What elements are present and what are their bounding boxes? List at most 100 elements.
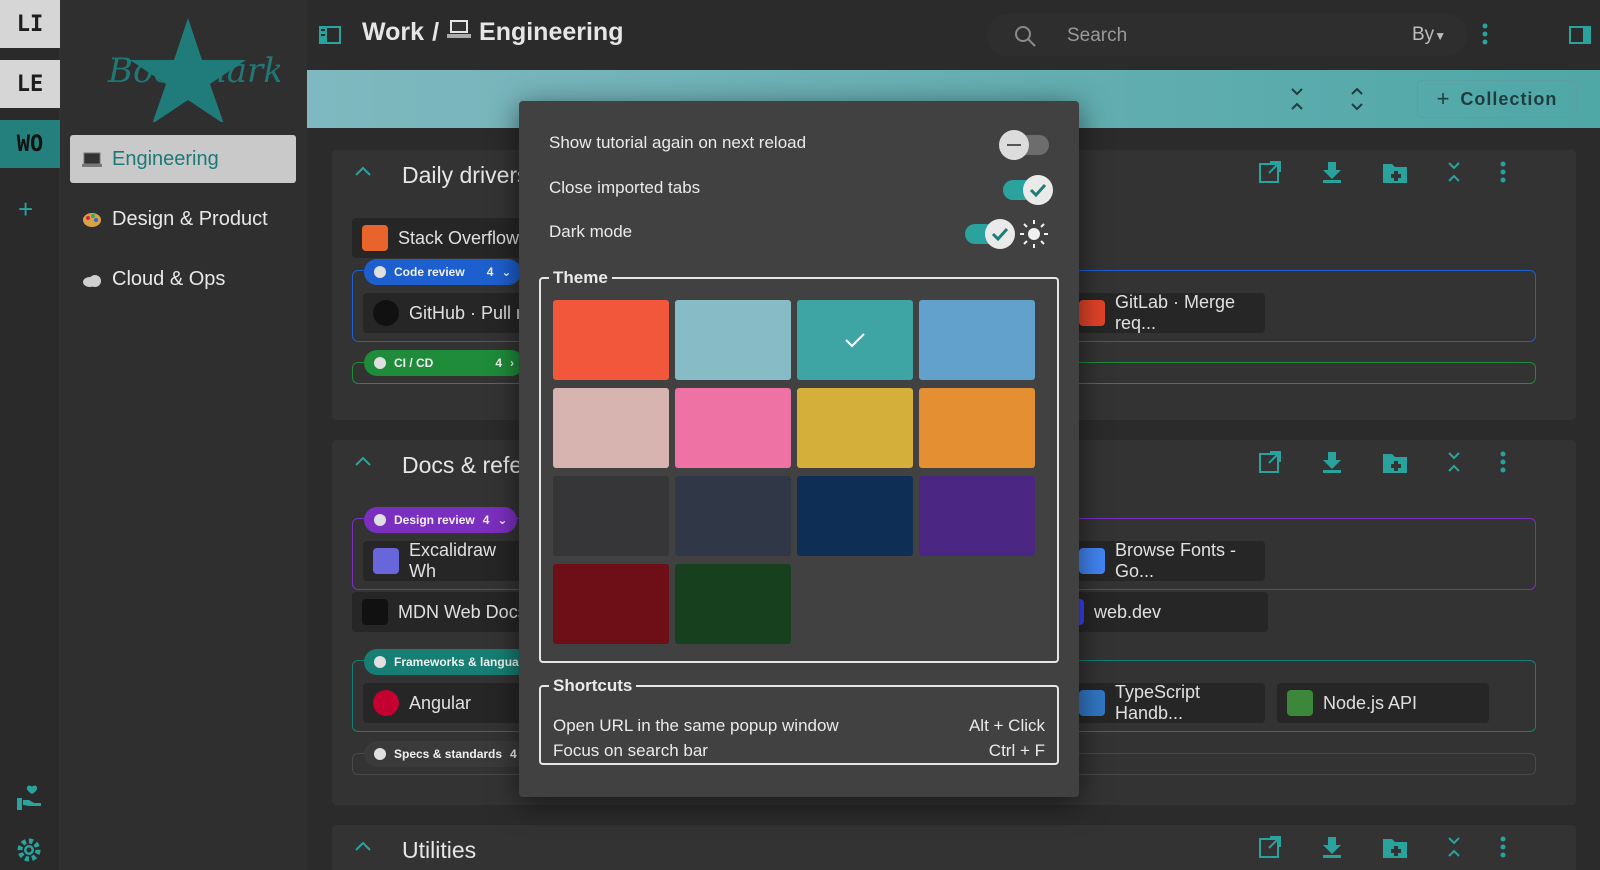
add-folder-icon[interactable] xyxy=(1382,450,1408,479)
toggle-panel-icon[interactable] xyxy=(1569,26,1591,49)
group-dot xyxy=(374,656,386,668)
theme-swatch[interactable] xyxy=(553,300,669,380)
typescript-icon xyxy=(1079,690,1105,716)
search-box[interactable]: Search xyxy=(987,14,1467,56)
open-in-new-icon[interactable] xyxy=(1258,160,1282,189)
download-icon[interactable] xyxy=(1320,160,1344,189)
group-name: CI / CD xyxy=(394,356,434,370)
theme-swatch[interactable] xyxy=(797,476,913,556)
tab-card[interactable]: Angular xyxy=(363,683,528,723)
settings-dialog: Show tutorial again on next reload Close… xyxy=(519,101,1079,797)
add-collection-button[interactable]: + Collection xyxy=(1417,80,1577,118)
chevron-down-icon: ⌄ xyxy=(497,513,508,527)
tab-card[interactable]: Node.js API xyxy=(1277,683,1489,723)
collection-title[interactable]: Daily drivers xyxy=(402,162,529,189)
stack-overflow-icon xyxy=(362,225,388,251)
tab-card[interactable]: GitLab · Merge req... xyxy=(1069,292,1265,333)
more-vert-icon[interactable] xyxy=(1482,22,1488,51)
more-vert-icon[interactable] xyxy=(1500,835,1506,864)
theme-swatch[interactable] xyxy=(919,388,1035,468)
tab-card[interactable]: GitHub · Pull r xyxy=(363,293,528,333)
tab-card[interactable]: Browse Fonts - Go... xyxy=(1069,540,1265,581)
close-imported-tabs-label: Close imported tabs xyxy=(549,178,701,197)
more-vert-icon[interactable] xyxy=(1500,450,1506,479)
tab-group-chip[interactable]: Specs & standards 4 xyxy=(364,741,527,767)
tab-title: Browse Fonts - Go... xyxy=(1115,540,1237,581)
tab-title: web.dev xyxy=(1094,601,1162,622)
collection-title[interactable]: Docs & refe xyxy=(402,452,522,479)
download-icon[interactable] xyxy=(1320,450,1344,479)
theme-fieldset: Theme xyxy=(539,268,1059,663)
angular-icon xyxy=(373,690,399,716)
tab-title: TypeScript Handb... xyxy=(1115,682,1201,723)
close-imported-tabs-toggle[interactable] xyxy=(1003,175,1053,205)
search-input[interactable]: Search xyxy=(1067,25,1127,47)
add-workspace-icon[interactable]: + xyxy=(18,194,33,225)
open-in-new-icon[interactable] xyxy=(1258,450,1282,479)
caret-down-icon: ▼ xyxy=(1434,29,1447,43)
breadcrumb-parent[interactable]: Work xyxy=(362,18,424,47)
theme-swatch[interactable] xyxy=(553,564,669,644)
tab-group-chip[interactable]: Frameworks & langua xyxy=(364,649,529,675)
settings-gear-icon[interactable] xyxy=(15,836,43,869)
workspace-tab-wo[interactable]: WO xyxy=(0,120,60,168)
show-tutorial-toggle[interactable] xyxy=(999,130,1049,160)
tab-card[interactable]: Excalidraw Wh xyxy=(363,540,528,581)
chevron-up-icon[interactable] xyxy=(354,839,372,857)
chevron-up-icon[interactable] xyxy=(354,454,372,472)
theme-swatch[interactable] xyxy=(675,388,791,468)
add-folder-icon[interactable] xyxy=(1382,835,1408,864)
collapse-icon[interactable] xyxy=(1446,835,1462,864)
tab-group-chip[interactable]: Design review 4 ⌄ xyxy=(364,507,518,533)
sidebar-item-design-product[interactable]: Design & Product xyxy=(70,195,296,243)
plus-icon: + xyxy=(1436,86,1451,111)
download-icon[interactable] xyxy=(1320,835,1344,864)
dark-mode-toggle[interactable] xyxy=(965,219,1015,249)
theme-swatch[interactable] xyxy=(675,300,791,380)
tab-group-chip[interactable]: Code review 4 ⌄ xyxy=(364,259,522,285)
laptop-icon xyxy=(447,18,472,47)
workspace-tab-li[interactable]: LI xyxy=(0,0,60,48)
theme-swatch[interactable] xyxy=(675,476,791,556)
theme-swatch[interactable] xyxy=(919,300,1035,380)
add-folder-icon[interactable] xyxy=(1382,160,1408,189)
sidebar-item-engineering[interactable]: Engineering xyxy=(70,135,296,183)
sort-by-dropdown[interactable]: By▼ xyxy=(1412,24,1446,46)
donate-hand-heart-icon[interactable] xyxy=(15,784,45,817)
tab-group-chip[interactable]: CI / CD 4 › xyxy=(364,350,525,376)
theme-swatch[interactable] xyxy=(797,388,913,468)
theme-swatch[interactable] xyxy=(553,388,669,468)
sort-by-label: By xyxy=(1412,24,1435,45)
tab-title: Node.js API xyxy=(1323,692,1418,713)
sidebar-item-label: Engineering xyxy=(112,147,219,170)
chevron-up-icon[interactable] xyxy=(354,164,372,182)
workspace-tab-le[interactable]: LE xyxy=(0,60,60,108)
open-in-new-icon[interactable] xyxy=(1258,835,1282,864)
tab-card[interactable]: Stack Overflow xyxy=(352,218,527,258)
theme-swatch[interactable] xyxy=(553,476,669,556)
google-fonts-icon xyxy=(1079,548,1105,574)
group-count: 4 xyxy=(495,356,503,370)
collection-title[interactable]: Utilities xyxy=(402,837,476,864)
check-icon xyxy=(845,333,865,348)
tab-card[interactable]: web.dev xyxy=(1048,592,1268,632)
sidebar: Bookmarks Engineering Design & Product C… xyxy=(60,0,307,870)
sidebar-item-cloud-ops[interactable]: Cloud & Ops xyxy=(70,255,296,303)
theme-swatch[interactable] xyxy=(797,300,913,380)
collapse-icon[interactable] xyxy=(1446,160,1462,189)
more-vert-icon[interactable] xyxy=(1500,160,1506,189)
collapse-all-icon[interactable] xyxy=(1289,86,1305,117)
tab-title: Stack Overflow xyxy=(398,227,520,248)
workspace-rail: LI LE WO + xyxy=(0,0,60,870)
app-logo: Bookmarks xyxy=(100,12,301,124)
collapse-icon[interactable] xyxy=(1446,450,1462,479)
theme-swatch[interactable] xyxy=(919,476,1035,556)
toggle-sidebar-icon[interactable] xyxy=(319,26,341,49)
tab-title: Excalidraw Wh xyxy=(409,540,497,581)
tab-title: Angular xyxy=(409,692,472,713)
tab-card[interactable]: TypeScript Handb... xyxy=(1069,682,1265,723)
theme-swatch[interactable] xyxy=(675,564,791,644)
check-icon xyxy=(1023,175,1053,205)
tab-card[interactable]: MDN Web Docs xyxy=(352,592,527,632)
expand-all-icon[interactable] xyxy=(1349,86,1365,117)
